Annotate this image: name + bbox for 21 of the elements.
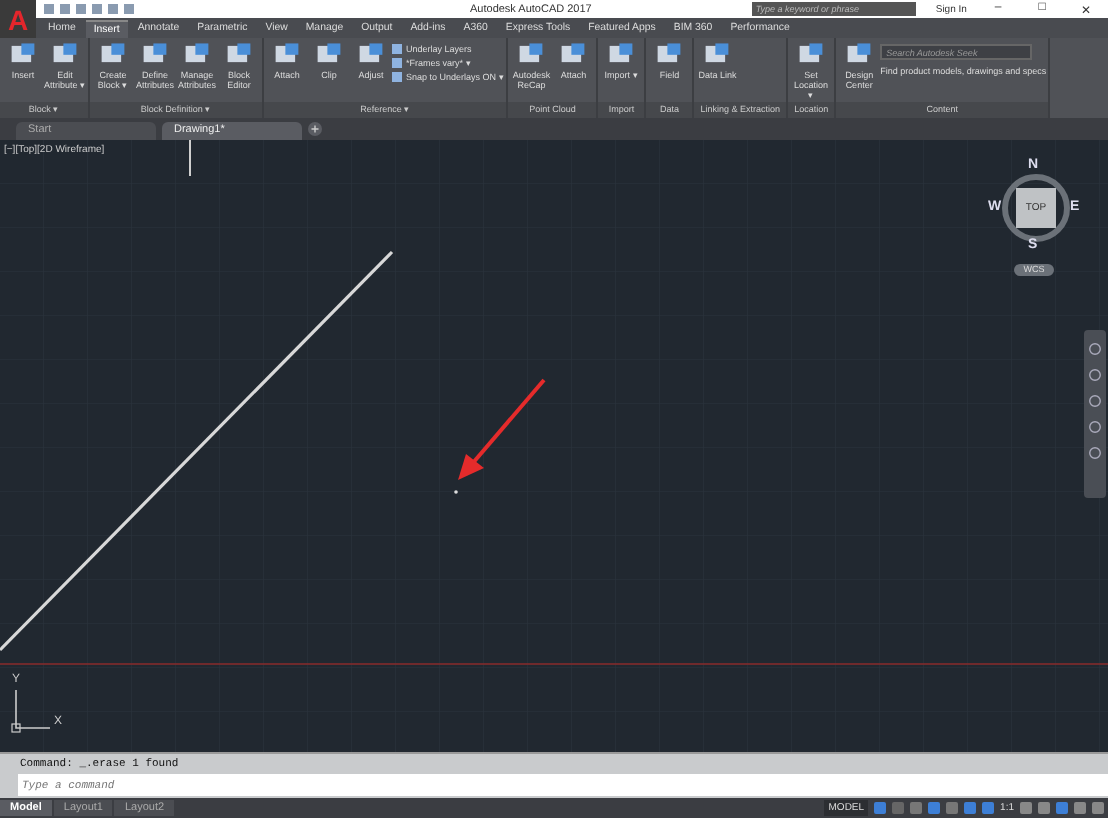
document-icon	[100, 42, 126, 66]
ucs-axes-icon	[11, 689, 51, 733]
document-icon	[184, 42, 210, 66]
crosshair-line	[189, 140, 191, 177]
document-icon	[608, 42, 635, 66]
document-icon	[52, 42, 78, 66]
document-icon	[704, 42, 731, 66]
document-icon	[142, 42, 168, 66]
document-icon	[316, 42, 342, 66]
document-icon	[518, 42, 545, 66]
document-icon	[560, 42, 587, 66]
document-icon	[798, 42, 825, 66]
annotation-arrow	[458, 378, 546, 480]
document-icon	[226, 42, 252, 66]
new-tab-icon[interactable]	[308, 122, 322, 136]
document-icon	[846, 42, 873, 66]
point-marker	[454, 490, 458, 494]
document-icon	[10, 42, 36, 66]
document-icon	[274, 42, 300, 66]
document-icon	[656, 42, 683, 66]
document-icon	[358, 42, 384, 66]
